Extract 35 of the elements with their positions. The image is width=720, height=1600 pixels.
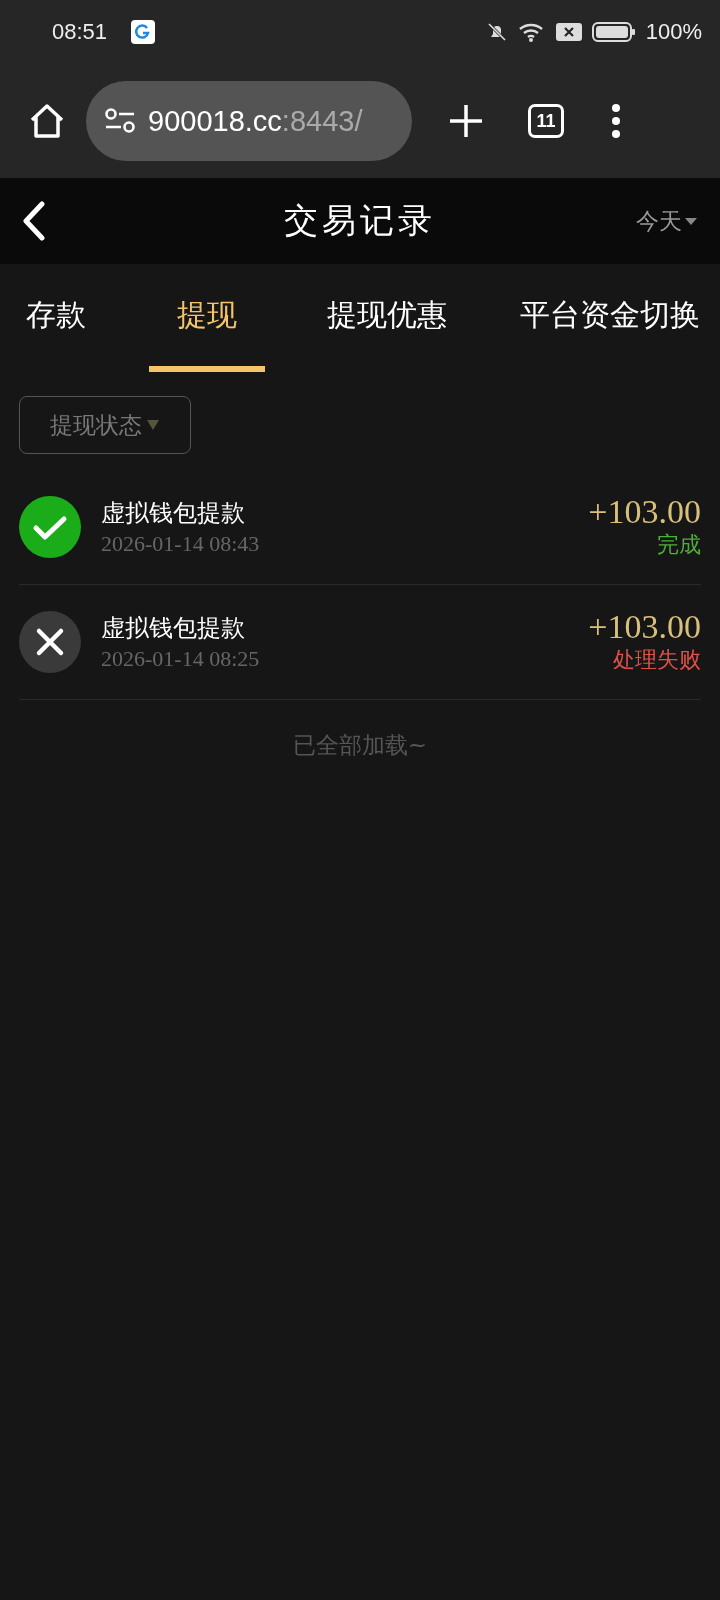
record-time: 2026-01-14 08:25 [101,646,260,672]
tab[interactable]: 提现优惠 [317,264,458,372]
sim-off-icon [555,22,582,42]
record-title: 虚拟钱包提款 [101,498,246,529]
record-status: 完成 [657,530,701,559]
more-icon[interactable] [610,103,622,139]
plus-icon[interactable] [448,103,484,139]
record-amount: +103.00 [588,609,701,645]
bell-off-icon [485,21,508,43]
battery-level: 100% [645,19,702,45]
record-time: 2026-01-14 08:43 [101,531,260,557]
tab[interactable]: 存款 [26,264,96,372]
status-filter[interactable]: 提现状态 [19,396,191,454]
status-time: 08:51 [52,19,108,45]
date-filter[interactable]: 今天 [636,205,698,237]
end-of-list-text: 已全部加载~ [291,731,429,760]
address-bar[interactable]: 900018.cc:8443/ [86,81,412,161]
tab-count-button[interactable]: 11 [528,104,564,138]
tab[interactable]: 提现 [148,264,265,372]
home-icon[interactable] [28,103,66,139]
tab[interactable]: 平台资金切换 [509,264,710,372]
url-path: :8443/ [281,104,363,138]
cross-icon [19,611,81,673]
back-icon[interactable] [22,201,46,241]
record-title: 虚拟钱包提款 [101,613,246,644]
battery-icon [591,21,636,43]
caret-icon [146,419,160,431]
app-icon [131,20,156,44]
page-title: 交易记录 [284,199,436,242]
url-host: 900018.cc [148,104,282,138]
site-settings-icon [104,107,136,135]
check-icon [19,496,81,558]
record-status: 处理失败 [613,645,701,674]
record-amount: +103.00 [588,494,701,530]
caret-icon [684,216,698,226]
